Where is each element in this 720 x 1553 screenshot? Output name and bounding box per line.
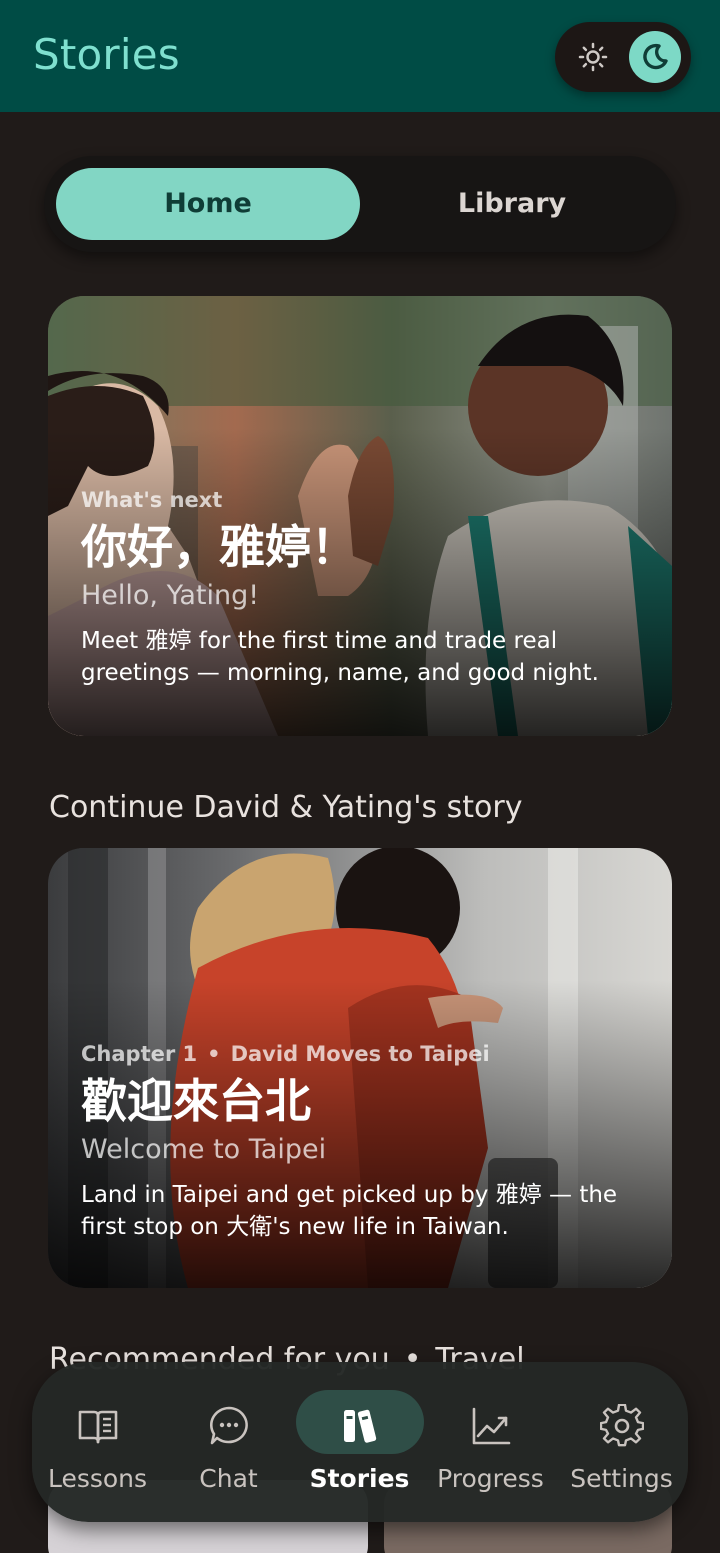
books-icon <box>343 1409 376 1443</box>
whats-next-subline: Hello, Yating! <box>81 580 260 611</box>
theme-toggle-knob[interactable] <box>629 31 681 83</box>
tab-home[interactable]: Home <box>56 168 360 240</box>
chapter-description: Land in Taipei and get picked up by 雅婷 —… <box>81 1182 618 1240</box>
app-bar: Stories <box>0 0 720 112</box>
nav-item-stories[interactable]: Stories <box>294 1362 425 1522</box>
chapter-headline: 歡迎來台北 <box>81 1074 311 1128</box>
chapter-card[interactable]: Chapter 1 • David Moves to Taipei 歡迎來台北 We… <box>48 848 672 1288</box>
nav-item-progress[interactable]: Progress <box>425 1362 556 1522</box>
nav-item-settings[interactable]: Settings <box>556 1362 687 1522</box>
gear-icon <box>599 1404 644 1447</box>
chapter-number: Chapter 1 <box>81 1042 198 1066</box>
continue-story-heading: Continue David & Yating's story <box>49 790 523 825</box>
nav-label-progress: Progress <box>437 1464 544 1493</box>
chapter-subline: Welcome to Taipei <box>81 1134 327 1165</box>
open-book-icon <box>78 1410 117 1444</box>
chapter-content: Chapter 1 • David Moves to Taipei 歡迎來台北 We… <box>81 1042 648 1243</box>
chapter-eyebrow: Chapter 1 • David Moves to Taipei <box>81 1042 648 1066</box>
page-title: Stories <box>33 30 180 79</box>
whats-next-card[interactable]: What's next 你好，雅婷！ Hello, Yating! Meet 雅… <box>48 296 672 736</box>
home-library-tabs: Home Library <box>44 156 676 252</box>
chart-line-icon <box>472 1407 510 1445</box>
chat-bubble-icon <box>209 1406 248 1445</box>
nav-item-chat[interactable]: Chat <box>163 1362 294 1522</box>
nav-label-chat: Chat <box>199 1464 258 1493</box>
whats-next-eyebrow: What's next <box>81 488 223 512</box>
sun-icon[interactable] <box>577 41 609 73</box>
nav-label-lessons: Lessons <box>47 1464 148 1493</box>
theme-toggle[interactable] <box>555 22 691 92</box>
chapter-title: David Moves to Taipei <box>230 1042 490 1066</box>
tab-library[interactable]: Library <box>360 168 664 240</box>
whats-next-description: Meet 雅婷 for the first time and trade rea… <box>81 628 599 686</box>
nav-item-lessons[interactable]: Lessons <box>32 1362 163 1522</box>
nav-label-settings: Settings <box>570 1464 673 1493</box>
whats-next-content: What's next 你好，雅婷！ Hello, Yating! Meet 雅… <box>81 488 648 689</box>
nav-label-stories: Stories <box>309 1464 410 1493</box>
moon-icon <box>643 43 668 70</box>
bottom-nav: Lessons Chat Stories Progress Settings <box>32 1362 688 1522</box>
separator-dot: • <box>207 1042 221 1066</box>
whats-next-headline: 你好，雅婷！ <box>81 520 357 574</box>
